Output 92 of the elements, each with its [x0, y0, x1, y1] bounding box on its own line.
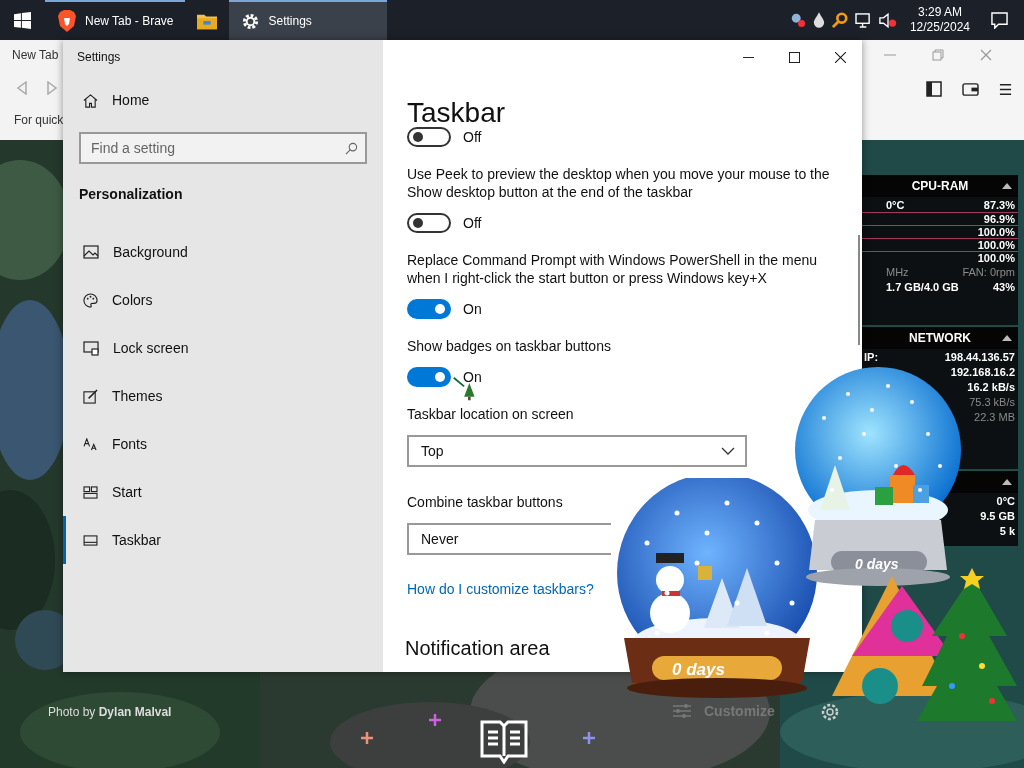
- lock-screen-icon: [83, 340, 99, 356]
- photo-credit: Photo by Dylan Malval: [48, 705, 172, 719]
- network-value: 75.3 kB/s: [969, 395, 1015, 409]
- toggle-state: Off: [463, 129, 482, 145]
- setting-label: Combine taskbar buttons: [407, 493, 563, 511]
- windows-start-icon[interactable]: [14, 11, 31, 29]
- home-nav-item[interactable]: Home: [63, 80, 383, 120]
- sparkle-icon: [583, 732, 595, 744]
- core-usage: 100.0%: [977, 253, 1015, 264]
- nav-item[interactable]: Start: [63, 468, 383, 516]
- core-usage: 100.0%: [977, 240, 1015, 251]
- lion-shield-icon: [57, 10, 77, 32]
- settings-icon[interactable]: [820, 702, 840, 722]
- notification-icon[interactable]: [991, 11, 1008, 29]
- globe-caption: 0 days: [855, 556, 899, 572]
- network-value: 22.3 MB: [974, 410, 1015, 424]
- magnifier-icon[interactable]: [831, 12, 848, 28]
- menu-icon[interactable]: [999, 82, 1012, 96]
- palette-icon: [83, 292, 98, 308]
- collapse-icon[interactable]: [1002, 479, 1012, 485]
- collapse-icon[interactable]: [1002, 183, 1012, 189]
- search-field[interactable]: Find a setting: [79, 132, 367, 164]
- toggle-switch[interactable]: [407, 367, 451, 387]
- taskbar-button[interactable]: Settings: [229, 0, 388, 40]
- brush-icon: [83, 388, 98, 404]
- dropdown[interactable]: Top: [407, 435, 747, 467]
- memory-percent: 43%: [992, 280, 1015, 294]
- core-usage: 87.3%: [983, 198, 1015, 212]
- sidebar-icon[interactable]: [926, 81, 942, 97]
- nav-item[interactable]: Colors: [63, 276, 383, 324]
- section-heading: Personalization: [79, 186, 184, 204]
- system-value: 9.5 GB: [980, 509, 1015, 523]
- sparkle-icon: [429, 714, 441, 726]
- wallet-icon[interactable]: [962, 81, 979, 97]
- setting-label: Use Peek to preview the desktop when you move your mouse to the Show desktop button at the end of the taskbar: [407, 165, 831, 201]
- window-title: Settings: [77, 50, 122, 66]
- network-warning-icon[interactable]: [789, 12, 806, 28]
- system-value: 5 k: [999, 524, 1015, 538]
- page-title: Taskbar: [407, 97, 507, 129]
- toggle-switch[interactable]: [407, 299, 451, 319]
- toggle-switch[interactable]: [407, 213, 451, 233]
- section-heading: Notification area: [405, 637, 551, 660]
- maximize-icon[interactable]: [789, 52, 800, 63]
- gear-icon: [241, 11, 261, 31]
- setting-label: Show badges on taskbar buttons: [407, 337, 611, 355]
- network-value: 16.2 kB/s: [967, 380, 1015, 394]
- taskbar-icon: [83, 534, 98, 546]
- bookmarks-hint: For quick: [14, 113, 64, 127]
- ip-label: IP:: [864, 350, 879, 364]
- fan-speed: FAN: 0rpm: [962, 265, 1015, 279]
- toggle-state: On: [463, 301, 482, 317]
- setting-label: Replace Command Prompt with Windows PowerShell in the menu when I right-click the start button or press Windows key+X: [407, 251, 819, 287]
- setting-label: Taskbar location on screen: [407, 405, 574, 423]
- monitor-icon[interactable]: [854, 12, 872, 28]
- gadget-title: CPU-RAM: [911, 179, 969, 193]
- toggle-state: On: [463, 369, 482, 385]
- gadget-title: NETWORK: [909, 331, 971, 345]
- globe-caption: 0 days: [672, 660, 725, 680]
- system-value: 0°C: [996, 494, 1015, 508]
- close-icon[interactable]: [835, 52, 846, 63]
- scrollbar[interactable]: [858, 235, 860, 345]
- drop-icon[interactable]: [812, 12, 825, 28]
- temperature-value: 0°C: [886, 198, 905, 212]
- nav-item[interactable]: Themes: [63, 372, 383, 420]
- search-icon: [345, 142, 358, 155]
- image-icon: [83, 245, 99, 259]
- home-icon: [83, 92, 98, 108]
- font-icon: [83, 437, 98, 451]
- chevron-down-icon: [721, 447, 735, 455]
- core-usage: 96.9%: [983, 214, 1015, 225]
- toggle-switch[interactable]: [407, 127, 451, 147]
- core-usage: 100.0%: [977, 227, 1015, 238]
- help-link[interactable]: How do I customize taskbars?: [407, 581, 594, 597]
- nav-item[interactable]: Background: [63, 228, 383, 276]
- nav-item[interactable]: Fonts: [63, 420, 383, 468]
- clock-date[interactable]: 12/25/2024: [909, 20, 970, 35]
- browser-tab[interactable]: New Tab: [12, 48, 59, 62]
- folder-icon: [197, 12, 218, 30]
- start-tiles-icon: [83, 485, 98, 499]
- clock-time[interactable]: 3:29 AM: [917, 5, 962, 20]
- memory-usage: 1.7 GB/4.0 GB: [886, 280, 959, 294]
- dropdown[interactable]: Never: [407, 523, 611, 555]
- nav-item[interactable]: Lock screen: [63, 324, 383, 372]
- sliders-icon: [672, 703, 692, 719]
- book-icon[interactable]: [480, 718, 528, 764]
- collapse-icon[interactable]: [1002, 335, 1012, 341]
- speaker-muted-icon[interactable]: [878, 12, 897, 28]
- network-value: 192.168.16.2: [950, 365, 1015, 379]
- frequency-label: MHz: [886, 265, 909, 279]
- network-value: 198.44.136.57: [944, 350, 1015, 364]
- sparkle-icon: [361, 732, 373, 744]
- toggle-state: Off: [463, 215, 482, 231]
